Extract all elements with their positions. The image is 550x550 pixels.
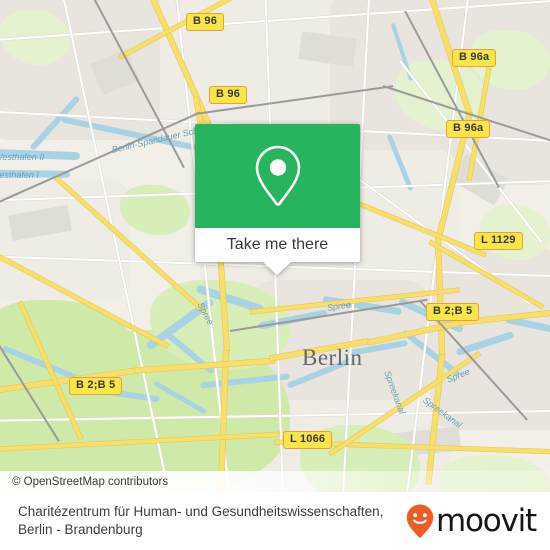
- map-pin-icon: [255, 145, 300, 206]
- water-label: Westhafen II: [0, 152, 45, 162]
- moovit-brand[interactable]: moovit: [405, 503, 550, 539]
- location-callout-card[interactable]: Take me there: [195, 124, 360, 275]
- water-label: Westhafen I: [0, 170, 39, 180]
- place-title: Charitézentrum für Human- und Gesundheit…: [18, 504, 384, 537]
- footer-bar: Charitézentrum für Human- und Gesundheit…: [0, 492, 550, 550]
- osm-attribution-text[interactable]: © OpenStreetMap contributors: [0, 476, 168, 488]
- callout-pin-panel: [195, 124, 360, 228]
- callout-tail: [263, 262, 291, 275]
- road-shield: L 1129: [474, 232, 523, 250]
- road-shield: B 96a: [452, 49, 497, 67]
- map-canvas[interactable]: Berlin Westhafen IIWesthafen IBerlin-Spa…: [0, 0, 550, 492]
- road-shield: B 96: [186, 13, 225, 31]
- road-shield: B 96: [209, 86, 248, 104]
- take-me-there-label: Take me there: [226, 236, 329, 253]
- moovit-wordmark: moovit: [435, 503, 537, 539]
- road-shield: B 2;B 5: [69, 377, 123, 395]
- map-screenshot: Berlin Westhafen IIWesthafen IBerlin-Spa…: [0, 0, 550, 550]
- road-shield: B 2;B 5: [426, 303, 480, 321]
- callout-action-bar[interactable]: Take me there: [195, 228, 360, 262]
- road-shield: L 1066: [283, 431, 333, 449]
- map-attribution-bar: © OpenStreetMap contributors: [0, 471, 550, 492]
- city-label: Berlin: [302, 345, 363, 370]
- road-shield: B 96a: [446, 120, 491, 138]
- moovit-smile-pin-icon: [406, 504, 434, 538]
